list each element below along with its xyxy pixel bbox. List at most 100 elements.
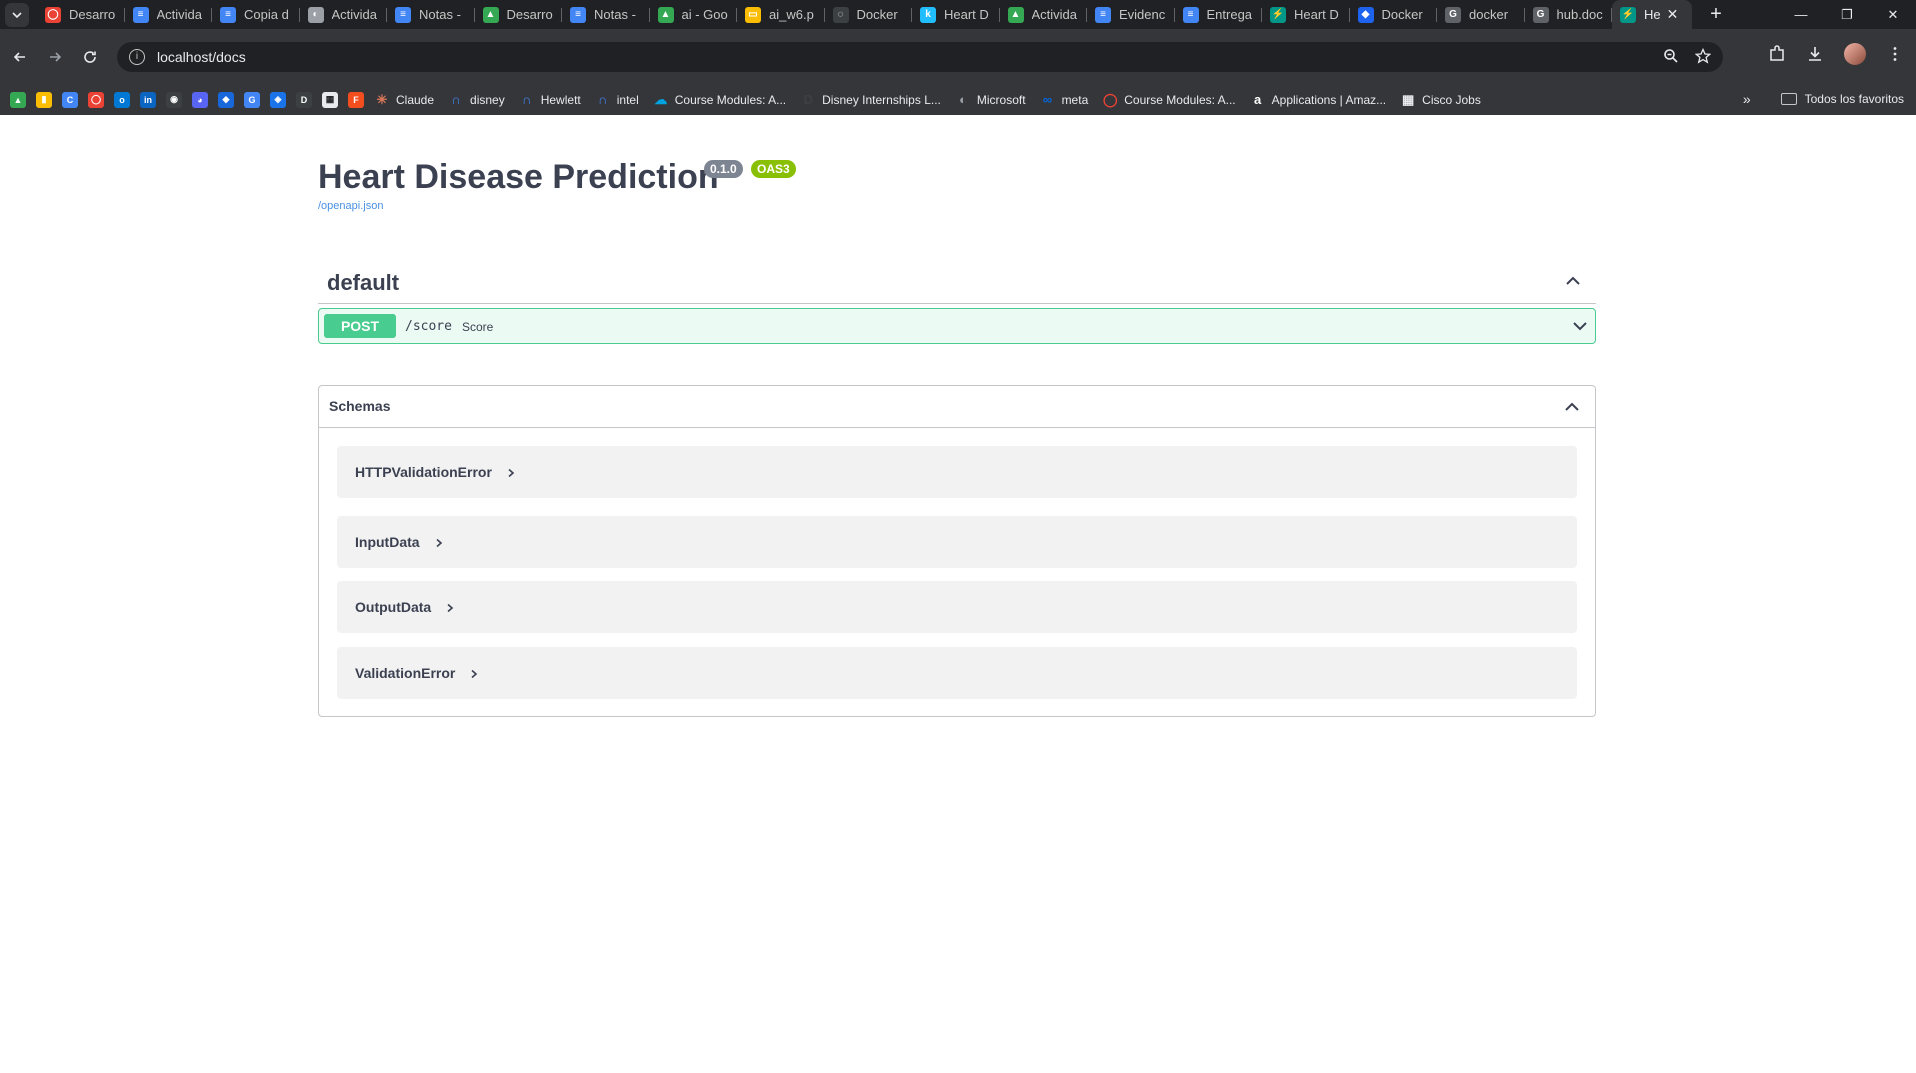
browser-tab[interactable]: ▲ Desarro bbox=[475, 0, 563, 29]
extensions-icon[interactable] bbox=[1768, 45, 1786, 63]
bookmark-icon-only[interactable]: ◉ bbox=[166, 91, 182, 108]
window-controls: — ❐ ✕ bbox=[1778, 0, 1916, 29]
schemas-title: Schemas bbox=[329, 398, 391, 414]
bookmark-item[interactable]: D Disney Internships L... bbox=[800, 92, 940, 108]
browser-tab[interactable]: ◐ Activida bbox=[300, 0, 388, 29]
browser-tab[interactable]: ≡ Notas - bbox=[562, 0, 650, 29]
browser-tab[interactable]: Gdocker bbox=[1437, 0, 1525, 29]
bookmark-icon-only[interactable]: ◈ bbox=[270, 91, 286, 108]
bookmark-icon-only[interactable]: ◯ bbox=[88, 91, 104, 108]
reload-button[interactable] bbox=[74, 41, 106, 73]
operation-summary: Score bbox=[462, 320, 494, 334]
bookmark-label: intel bbox=[616, 92, 639, 107]
reload-icon bbox=[84, 50, 96, 63]
browser-tab[interactable]: k Heart D bbox=[912, 0, 1000, 29]
back-button[interactable] bbox=[4, 41, 36, 73]
bookmark-icon-only[interactable]: F bbox=[348, 91, 364, 108]
tab-favicon: ≡ bbox=[1182, 6, 1199, 23]
bookmark-icon-only[interactable]: G bbox=[244, 91, 260, 108]
tag-section-default[interactable]: default bbox=[318, 260, 1596, 304]
kebab-menu-icon[interactable] bbox=[1886, 45, 1904, 63]
more-bookmarks-button[interactable]: » bbox=[1743, 91, 1751, 107]
chevron-up-icon[interactable] bbox=[1563, 398, 1581, 416]
zoom-icon[interactable] bbox=[1663, 48, 1679, 64]
close-window-button[interactable]: ✕ bbox=[1870, 0, 1916, 29]
bookmark-item[interactable]: ▦ Cisco Jobs bbox=[1400, 92, 1481, 108]
bookmark-label: disney bbox=[470, 92, 505, 107]
forward-button[interactable] bbox=[39, 41, 71, 73]
operation-post-score[interactable]: POST /score Score bbox=[318, 308, 1596, 344]
tab-label: Entrega bbox=[1206, 7, 1253, 22]
download-icon[interactable] bbox=[1806, 45, 1824, 63]
openapi-json-link[interactable]: /openapi.json bbox=[318, 200, 383, 212]
browser-toolbar: i localhost/docs bbox=[0, 29, 1916, 84]
omnibox-actions bbox=[1663, 48, 1711, 64]
tab-favicon: ◆ bbox=[1357, 6, 1374, 23]
folder-icon bbox=[1780, 93, 1797, 105]
bookmark-icon-only[interactable]: ◕ bbox=[192, 91, 208, 108]
schemas-section: Schemas HTTPValidationError InputData Ou… bbox=[318, 385, 1596, 717]
bookmark-item[interactable]: ∞ meta bbox=[1040, 92, 1088, 108]
browser-tab[interactable]: ≡ Evidenc bbox=[1087, 0, 1175, 29]
bookmark-item[interactable]: ∩ disney bbox=[448, 92, 505, 108]
restore-button[interactable]: ❐ bbox=[1824, 0, 1870, 29]
browser-tab[interactable]: ◆ Docker bbox=[1350, 0, 1438, 29]
bookmark-icon-only[interactable]: o bbox=[114, 91, 130, 108]
new-tab-button[interactable]: + bbox=[1702, 1, 1730, 29]
tab-label: docker bbox=[1469, 7, 1509, 22]
bookmark-icon-only[interactable]: ▮ bbox=[36, 91, 52, 108]
browser-tab[interactable]: ≡ Activida bbox=[125, 0, 213, 29]
browser-tab[interactable]: ▭ ai_w6.p bbox=[737, 0, 825, 29]
active-tab[interactable]: ⚡ He ✕ bbox=[1612, 0, 1692, 29]
bookmark-icon-only[interactable]: C bbox=[62, 91, 78, 108]
url-text[interactable]: localhost/docs bbox=[157, 49, 246, 65]
site-info-icon[interactable]: i bbox=[129, 49, 145, 65]
tab-label: Desarro bbox=[69, 7, 116, 22]
bookmark-item[interactable]: ◯ Course Modules: A... bbox=[1102, 92, 1236, 108]
minimize-button[interactable]: — bbox=[1778, 0, 1824, 29]
browser-tab[interactable]: ▲ ai - Goo bbox=[650, 0, 738, 29]
bookmark-icon-only[interactable]: ▲ bbox=[10, 91, 26, 108]
schema-model[interactable]: ValidationError bbox=[337, 647, 1577, 699]
bookmark-icon-only[interactable]: in bbox=[140, 91, 156, 108]
chevron-up-icon[interactable] bbox=[1564, 272, 1582, 290]
bookmark-item[interactable]: ☁ Course Modules: A... bbox=[653, 92, 786, 108]
schemas-header[interactable]: Schemas bbox=[319, 386, 1595, 428]
operation-path: /score bbox=[405, 319, 452, 334]
bookmark-icon-only[interactable]: ◆ bbox=[218, 91, 234, 108]
close-tab-icon[interactable]: ✕ bbox=[1667, 6, 1679, 23]
bookmark-item[interactable]: ✳ Claude bbox=[374, 92, 434, 108]
address-bar[interactable]: i localhost/docs bbox=[117, 42, 1723, 72]
browser-tab[interactable]: ◯ Desarro bbox=[37, 0, 125, 29]
toolbar-actions bbox=[1768, 43, 1904, 65]
bookmark-item[interactable]: a Applications | Amaz... bbox=[1250, 92, 1386, 108]
tab-favicon: ▲ bbox=[1007, 6, 1024, 23]
tab-favicon: ≡ bbox=[132, 6, 149, 23]
chevron-down-icon[interactable] bbox=[1571, 317, 1589, 335]
method-badge: POST bbox=[324, 314, 396, 338]
browser-tab[interactable]: ≡ Entrega bbox=[1175, 0, 1263, 29]
bookmark-icon-only[interactable]: ▦ bbox=[322, 91, 338, 108]
all-bookmarks-button[interactable]: Todos los favoritos bbox=[1805, 92, 1904, 106]
browser-tab[interactable]: Ghub.doc bbox=[1525, 0, 1613, 29]
bookmark-icon-only[interactable]: D bbox=[296, 91, 312, 108]
schema-model[interactable]: OutputData bbox=[337, 581, 1577, 633]
browser-tab[interactable]: ≡ Notas - bbox=[387, 0, 475, 29]
bookmark-item[interactable]: ∩ intel bbox=[595, 92, 639, 108]
bookmark-item[interactable]: ∩ Hewlett bbox=[519, 92, 581, 108]
browser-tab[interactable]: ≡ Copia d bbox=[212, 0, 300, 29]
star-icon[interactable] bbox=[1695, 48, 1711, 64]
browser-tab[interactable]: ⚡ Heart D bbox=[1262, 0, 1350, 29]
browser-tab[interactable]: ▲ Activida bbox=[1000, 0, 1088, 29]
version-badge: 0.1.0 bbox=[704, 160, 743, 178]
bookmark-item[interactable]: ◐ Microsoft bbox=[955, 92, 1026, 108]
schema-model[interactable]: HTTPValidationError bbox=[337, 446, 1577, 498]
tab-search-button[interactable] bbox=[5, 2, 29, 27]
browser-tab[interactable]: ◌ Docker bbox=[825, 0, 913, 29]
chevron-right-icon bbox=[508, 469, 515, 478]
bookmark-favicon: ◐ bbox=[958, 92, 967, 107]
bookmark-favicon: ◆ bbox=[218, 91, 234, 108]
bookmarks-right: » Todos los favoritos bbox=[1743, 91, 1904, 107]
schema-model[interactable]: InputData bbox=[337, 516, 1577, 568]
profile-avatar[interactable] bbox=[1844, 43, 1866, 65]
